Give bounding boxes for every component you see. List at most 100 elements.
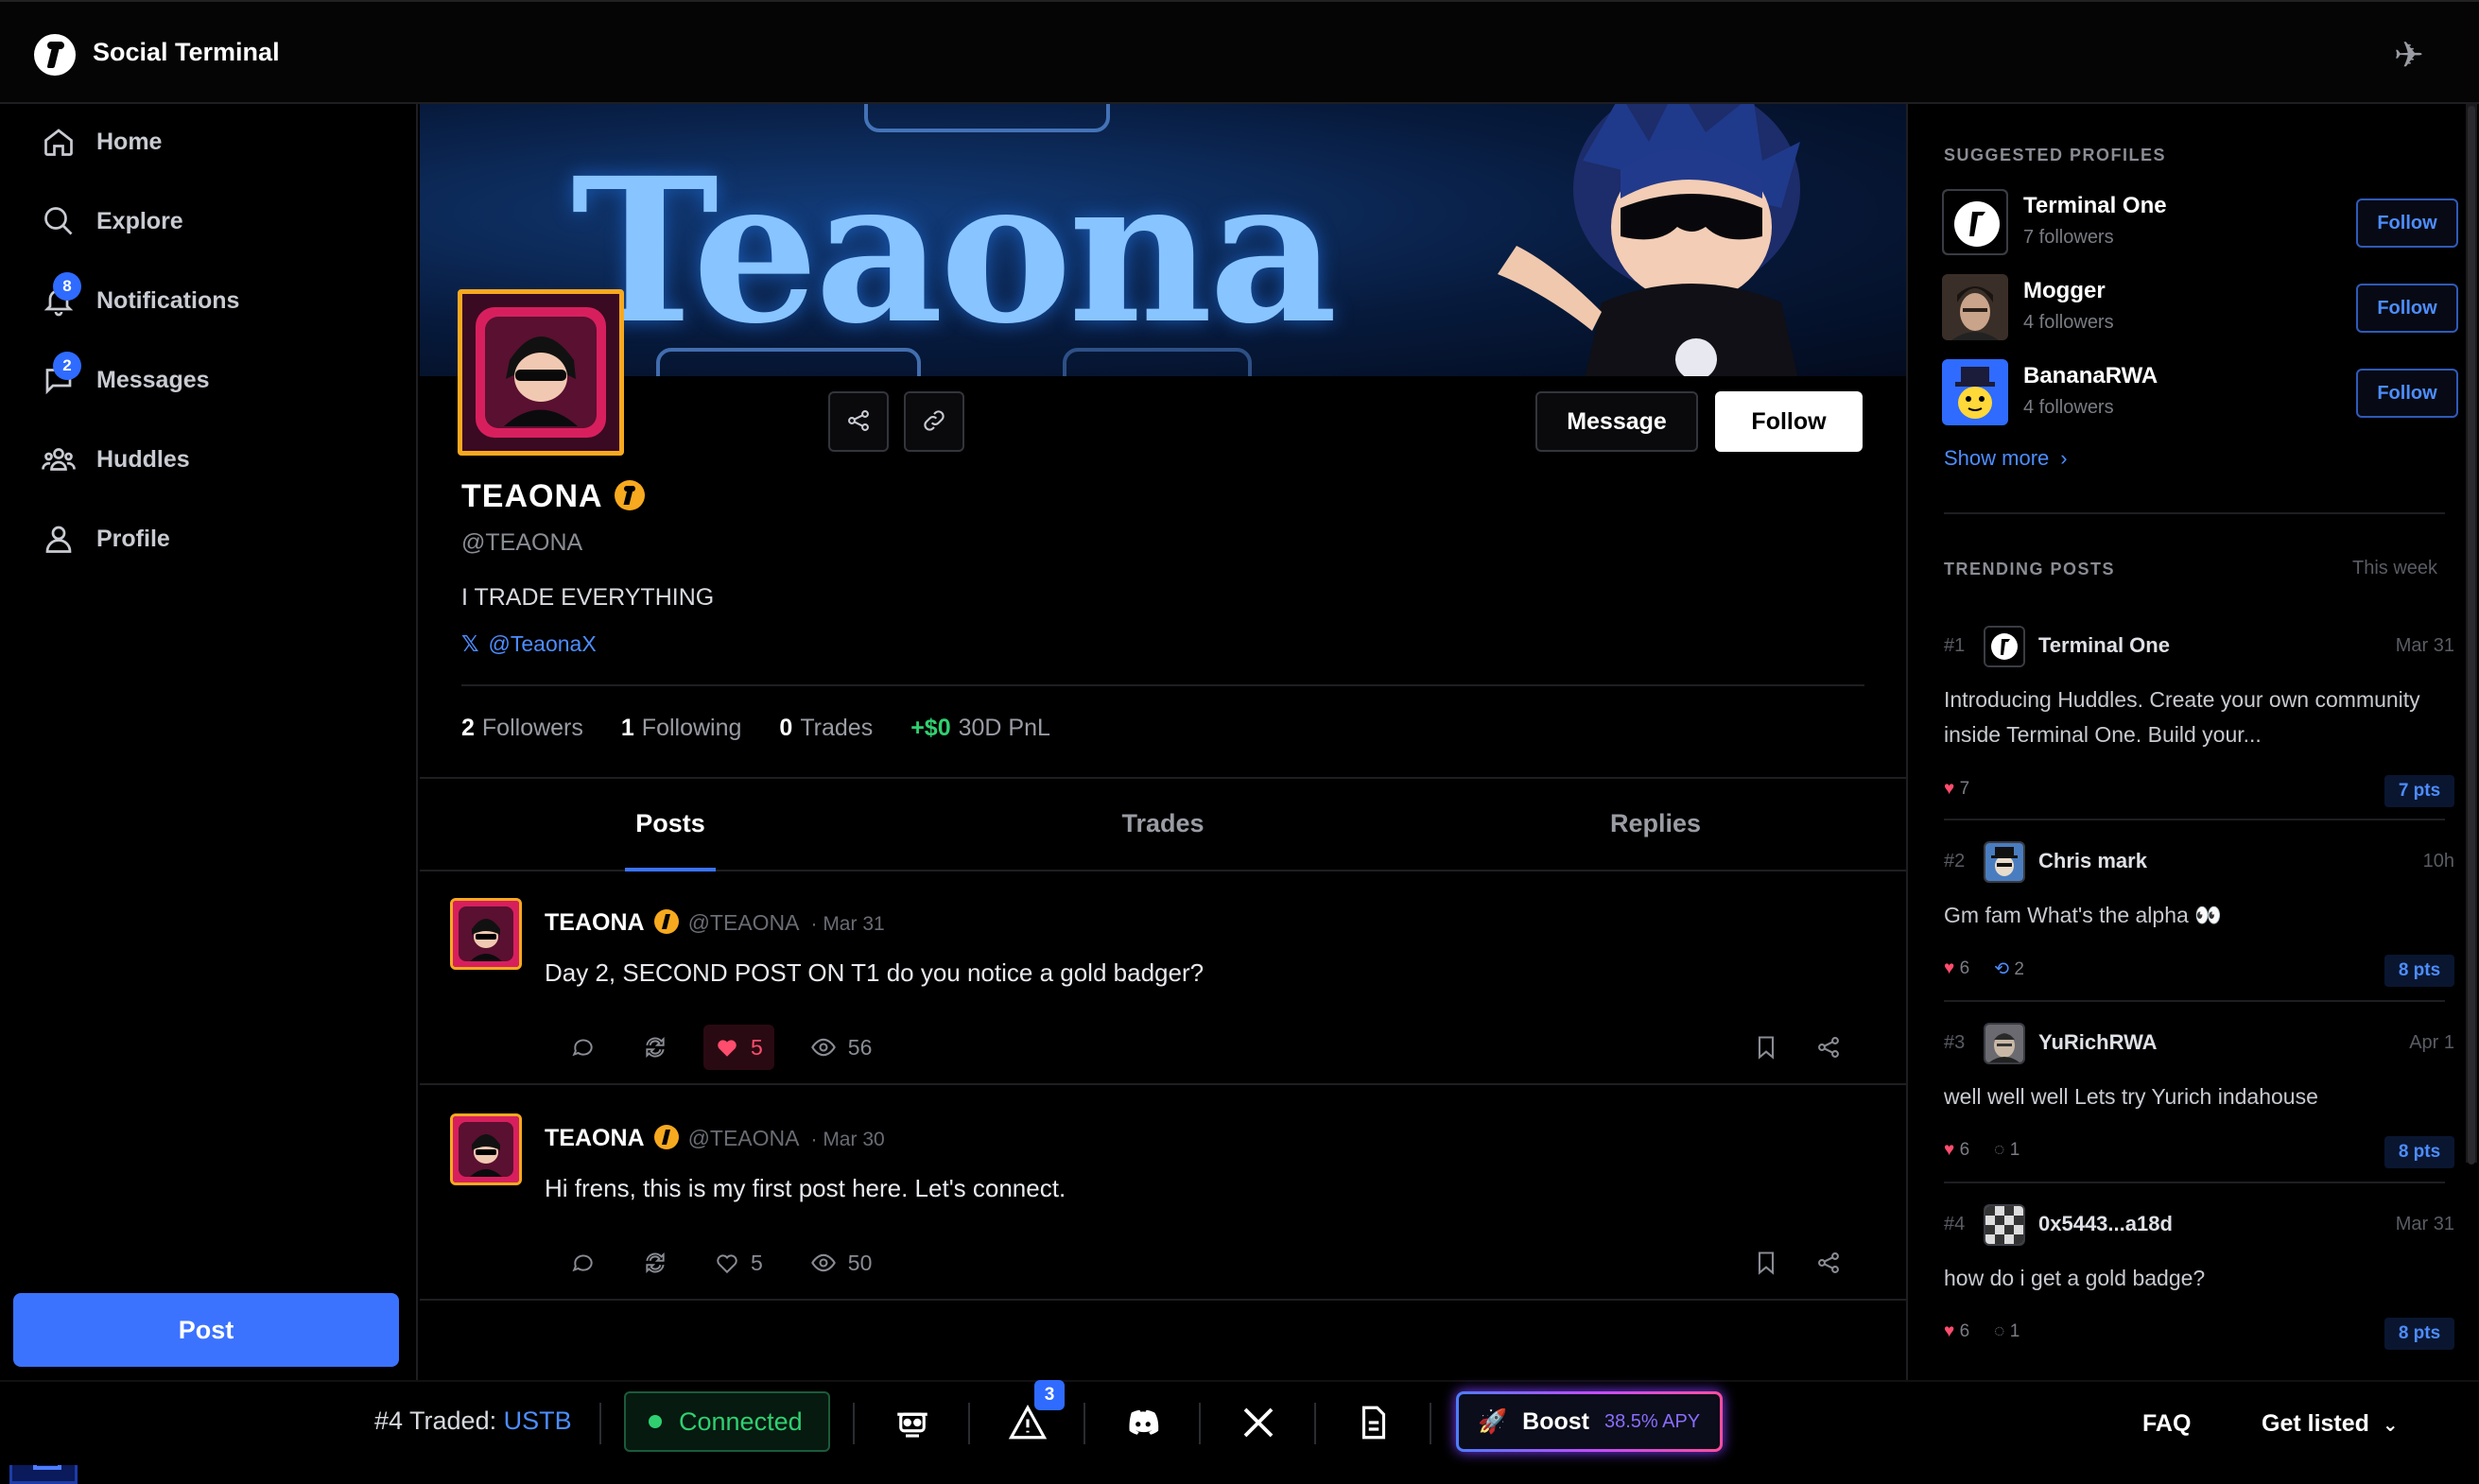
repost-button[interactable] xyxy=(632,1240,679,1286)
sidebar-item-profile[interactable]: Profile xyxy=(42,510,170,567)
connection-status[interactable]: Connected xyxy=(624,1391,830,1452)
traded-token: USTB xyxy=(503,1406,572,1435)
copy-link-button[interactable] xyxy=(904,391,964,452)
sidebar-item-explore[interactable]: Explore xyxy=(42,193,183,250)
traded-ticker[interactable]: #4 Traded: USTB xyxy=(374,1406,572,1436)
suggested-followers: 4 followers xyxy=(2023,312,2114,333)
points-badge: 8 pts xyxy=(2384,1318,2454,1350)
trending-date: Apr 1 xyxy=(2409,1032,2454,1053)
pnl-value: +$0 xyxy=(910,715,951,741)
trending-post[interactable]: #3 YuRichRWA Apr 1 well well well Lets t… xyxy=(1944,1023,2460,1221)
post-author[interactable]: TEAONA xyxy=(545,1125,645,1151)
show-more-link[interactable]: Show more › xyxy=(1944,446,2068,471)
comment-icon xyxy=(572,1254,593,1272)
following-count: 1 xyxy=(620,715,634,741)
divider xyxy=(1430,1403,1431,1444)
post-author[interactable]: TEAONA xyxy=(545,909,645,936)
avatar xyxy=(1984,1023,2025,1064)
view-count: 56 xyxy=(847,1034,873,1060)
bookmark-icon[interactable] xyxy=(1753,1250,1779,1276)
likes: ♥ 6 xyxy=(1944,1321,1969,1342)
trending-posts-heading: TRENDING POSTS xyxy=(1944,560,2116,578)
verified-badge-icon xyxy=(653,1125,679,1149)
sidebar-item-notifications[interactable]: 8 Notifications xyxy=(42,272,239,329)
share-button[interactable] xyxy=(828,391,889,452)
app-logo-icon[interactable] xyxy=(34,34,76,76)
suggested-followers: 4 followers xyxy=(2023,397,2114,418)
tab-posts[interactable]: Posts xyxy=(529,779,812,870)
verified-badge-icon xyxy=(614,480,645,510)
comment-button[interactable] xyxy=(560,1025,607,1070)
trending-text: how do i get a gold badge? xyxy=(1944,1266,2206,1290)
share-icon[interactable] xyxy=(1815,1034,1842,1061)
trending-author: Chris mark xyxy=(2038,849,2147,872)
tab-trades[interactable]: Trades xyxy=(1021,779,1305,870)
like-count: 6 xyxy=(1959,1321,1970,1341)
suggested-name: Terminal One xyxy=(2023,193,2167,218)
like-count: 5 xyxy=(751,1034,763,1060)
suggested-followers: 7 followers xyxy=(2023,227,2114,248)
tab-replies[interactable]: Replies xyxy=(1514,779,1797,870)
follow-button[interactable]: Follow xyxy=(1715,391,1863,452)
status-dot-icon xyxy=(649,1415,662,1428)
faq-link[interactable]: FAQ xyxy=(2142,1410,2191,1438)
follow-button[interactable]: Follow xyxy=(2356,369,2458,418)
followers-stat[interactable]: 2 Followers xyxy=(461,715,583,742)
trending-post[interactable]: #2 Chris mark 10h Gm fam What's the alph… xyxy=(1944,841,2460,1040)
discord-icon[interactable] xyxy=(1123,1403,1163,1442)
sidebar-item-label: Notifications xyxy=(96,286,240,314)
boost-button[interactable]: 🚀 Boost 38.5% APY xyxy=(1456,1391,1723,1452)
post-item[interactable]: TEAONA @TEAONA · Mar 30 Hi frens, this is … xyxy=(420,1087,1906,1301)
scrollbar-thumb[interactable] xyxy=(2468,106,2475,1165)
post-button[interactable]: Post xyxy=(13,1293,399,1367)
bookmark-icon[interactable] xyxy=(1753,1034,1779,1061)
suggested-name: Mogger xyxy=(2023,278,2106,303)
post-date: · Mar 31 xyxy=(810,913,885,935)
sidebar-item-home[interactable]: Home xyxy=(42,113,162,170)
trending-post[interactable]: #4 0x5443...a18d Mar 31 how do i get a g… xyxy=(1944,1204,2460,1403)
boost-apy: 38.5% APY xyxy=(1604,1410,1701,1432)
alert-badge: 3 xyxy=(1034,1380,1065,1410)
trending-period[interactable]: This week xyxy=(2352,558,2437,579)
x-profile-link[interactable]: 𝕏 @TeaonaX xyxy=(461,631,597,657)
trending-meta: ♥ 6 ◌ 1 xyxy=(1944,1321,2020,1342)
share-icon[interactable] xyxy=(1815,1250,1842,1276)
get-listed-dropdown[interactable]: Get listed ⌄ xyxy=(2262,1410,2399,1438)
suggested-profile[interactable]: Terminal One 7 followers Follow xyxy=(1942,189,2458,261)
comment-button[interactable] xyxy=(560,1240,607,1286)
x-logo-icon[interactable] xyxy=(1239,1403,1278,1442)
trending-author: 0x5443...a18d xyxy=(2038,1212,2173,1235)
sidebar-item-huddles[interactable]: Huddles xyxy=(42,431,190,488)
likes: ♥ 7 xyxy=(1944,779,1969,800)
post-date-text: Mar 30 xyxy=(823,1129,885,1150)
sidebar-item-label: Huddles xyxy=(96,445,190,473)
like-button[interactable]: 5 xyxy=(703,1240,774,1286)
robot-icon[interactable] xyxy=(893,1403,932,1442)
follow-button[interactable]: Follow xyxy=(2356,284,2458,333)
like-button[interactable]: 5 xyxy=(703,1025,774,1070)
airplane-icon[interactable]: ✈ xyxy=(2394,34,2424,77)
like-count: 5 xyxy=(751,1250,763,1275)
sidebar-item-messages[interactable]: 2 Messages xyxy=(42,352,210,408)
avatar xyxy=(1942,274,2008,340)
repost-button[interactable] xyxy=(632,1025,679,1070)
document-icon[interactable] xyxy=(1354,1403,1394,1442)
suggested-profile[interactable]: Mogger 4 followers Follow xyxy=(1942,274,2458,346)
follow-button[interactable]: Follow xyxy=(2356,198,2458,248)
x-handle: @TeaonaX xyxy=(488,631,597,656)
post-item[interactable]: TEAONA @TEAONA · Mar 31 Day 2, SECOND POST… xyxy=(420,871,1906,1085)
trades-stat: 0 Trades xyxy=(779,715,873,742)
following-stat[interactable]: 1 Following xyxy=(621,715,742,742)
profile-handle: @TEAONA xyxy=(461,529,583,556)
view-count: 50 xyxy=(847,1250,873,1275)
suggested-profile[interactable]: BananaRWA 4 followers Follow xyxy=(1942,359,2458,431)
banner-title: Teaona xyxy=(571,134,1338,368)
show-more-label: Show more xyxy=(1944,446,2050,470)
divider xyxy=(1944,819,2445,820)
profile-name: TEAONA xyxy=(461,478,645,515)
message-button[interactable]: Message xyxy=(1535,391,1698,452)
trending-post[interactable]: #1 Terminal One Mar 31 Introducing Huddl… xyxy=(1944,626,2460,824)
like-count: 7 xyxy=(1959,779,1970,799)
divider xyxy=(1314,1403,1316,1444)
trending-rank: #4 xyxy=(1944,1214,1966,1234)
